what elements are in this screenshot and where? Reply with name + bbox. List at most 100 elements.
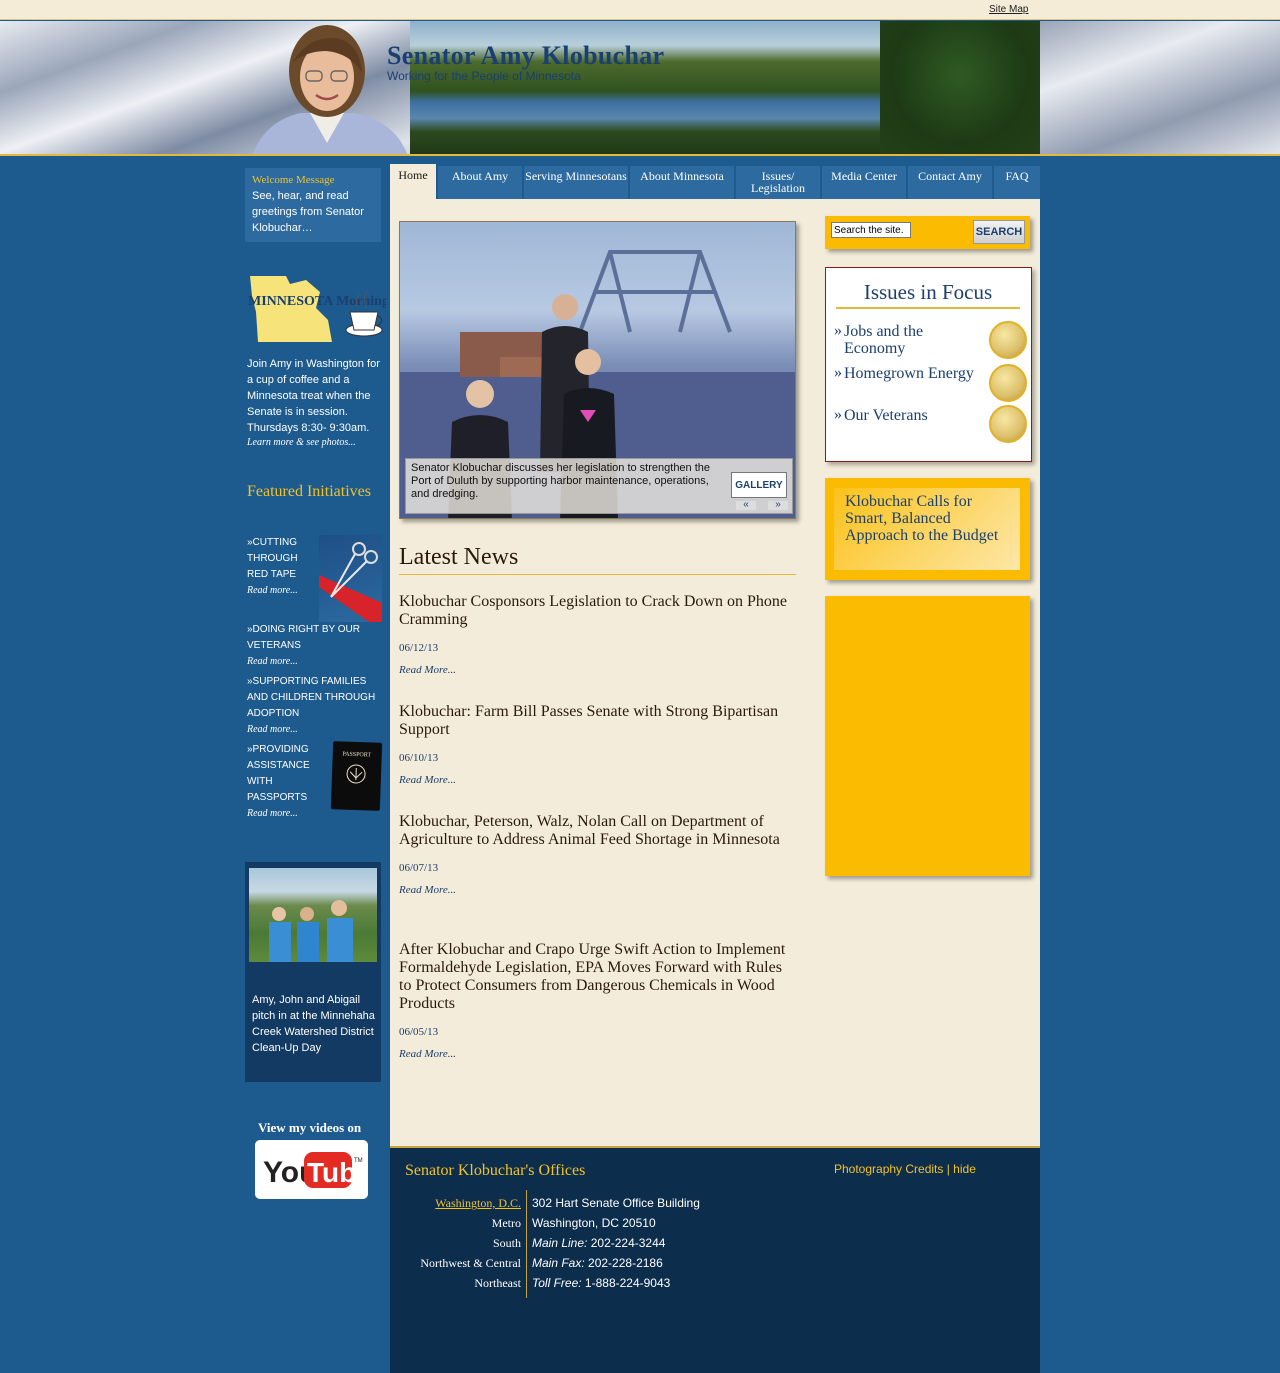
family-photo-box[interactable]: Amy, John and Abigail pitch in at the Mi…	[245, 862, 381, 1082]
office-metro[interactable]: Metro	[400, 1213, 526, 1233]
chevron-right-icon: »	[834, 322, 842, 339]
minnesota-morning-logo[interactable]: MINNESOTA Morning	[246, 272, 386, 348]
main-fax-number: 202-228-2186	[588, 1256, 663, 1270]
read-more-link[interactable]: Read More...	[399, 884, 796, 896]
budget-feature-inner: Klobuchar Calls for Smart, Balanced Appr…	[834, 488, 1020, 570]
latest-news-heading: Latest News	[399, 544, 796, 575]
wind-turbine-icon[interactable]	[989, 364, 1027, 402]
initiative-label[interactable]: »PROVIDING ASSISTANCE WITH PASSPORTS	[247, 742, 325, 806]
previous-slide-button[interactable]: «	[736, 500, 756, 510]
red-tape-image	[319, 535, 382, 622]
youtube-tm-text: TM	[354, 1158, 363, 1164]
search-button[interactable]: SEARCH	[973, 220, 1025, 244]
office-northeast[interactable]: Northeast	[400, 1273, 526, 1293]
main-line-number: 202-224-3244	[590, 1236, 666, 1250]
office-address-line1: 302 Hart Senate Office Building	[532, 1196, 700, 1210]
chevron-right-icon: »	[834, 364, 842, 381]
read-more-link[interactable]: Read More...	[399, 1048, 796, 1060]
welcome-message-box[interactable]: Welcome Message See, hear, and read gree…	[245, 168, 381, 242]
site-map-link[interactable]: Site Map	[989, 4, 1028, 15]
tab-about-amy[interactable]: About Amy	[438, 166, 522, 200]
photo-slideshow[interactable]: Senator Klobuchar discusses her legislat…	[399, 221, 796, 519]
helmet-icon[interactable]	[989, 405, 1027, 443]
read-more-link[interactable]: Read More...	[399, 664, 796, 676]
read-more-link[interactable]: Read more...	[247, 806, 325, 822]
read-more-link[interactable]: Read more...	[247, 722, 382, 738]
welcome-text: See, hear, and read greetings from Senat…	[252, 190, 364, 234]
slideshow-caption: Senator Klobuchar discusses her legislat…	[411, 462, 711, 500]
site-subtitle: Working for the People of Minnesota	[387, 69, 581, 83]
initiative-label[interactable]: »DOING RIGHT BY OUR VETERANS	[247, 622, 377, 654]
initiative-label[interactable]: »SUPPORTING FAMILIES AND CHILDREN THROUG…	[247, 674, 382, 722]
office-south[interactable]: South	[400, 1233, 526, 1253]
read-more-link[interactable]: Read more...	[247, 583, 312, 599]
initiative-label[interactable]: »CUTTING THROUGH RED TAPE	[247, 535, 312, 583]
tab-issues-legislation[interactable]: Issues/ Legislation	[736, 166, 820, 200]
issues-in-focus-box: Issues in Focus » Jobs and the Economy »…	[825, 267, 1032, 462]
initiative-passports[interactable]: »PROVIDING ASSISTANCE WITH PASSPORTS Rea…	[247, 742, 325, 822]
slideshow-caption-box: Senator Klobuchar discusses her legislat…	[405, 458, 793, 514]
budget-feature-link[interactable]: Klobuchar Calls for Smart, Balanced Appr…	[845, 493, 1009, 544]
focus-item-veterans[interactable]: » Our Veterans	[834, 406, 974, 424]
initiative-adoption[interactable]: »SUPPORTING FAMILIES AND CHILDREN THROUG…	[247, 674, 382, 738]
tab-media-center[interactable]: Media Center	[822, 166, 906, 200]
next-slide-button[interactable]: »	[768, 500, 788, 510]
news-date: 06/07/13	[399, 862, 439, 874]
office-northwest-central[interactable]: Northwest & Central	[400, 1253, 526, 1273]
read-more-link[interactable]: Read More...	[399, 774, 796, 786]
passport-image: PASSPORT	[330, 741, 383, 811]
tab-about-minnesota[interactable]: About Minnesota	[630, 166, 734, 200]
news-title-link[interactable]: After Klobuchar and Crapo Urge Swift Act…	[399, 941, 796, 1013]
youtube-label: View my videos on	[258, 1120, 362, 1135]
focus-item-jobs[interactable]: » Jobs and the Economy	[834, 322, 974, 357]
family-photo-caption: Amy, John and Abigail pitch in at the Mi…	[252, 994, 375, 1054]
top-bar: Site Map	[0, 0, 1280, 20]
search-input[interactable]	[831, 222, 911, 238]
feature-panel	[825, 596, 1030, 876]
initiative-veterans[interactable]: »DOING RIGHT BY OUR VETERANS Read more..…	[247, 622, 377, 670]
news-title-link[interactable]: Klobuchar Cosponsors Legislation to Crac…	[399, 593, 796, 629]
office-details: 302 Hart Senate Office Building Washingt…	[532, 1193, 700, 1293]
offices-title: Senator Klobuchar's Offices	[405, 1162, 586, 1179]
tab-home[interactable]: Home	[390, 164, 436, 200]
footer: Senator Klobuchar's Offices Photography …	[390, 1146, 1040, 1373]
site-title: Senator Amy Klobuchar	[387, 41, 665, 70]
tab-serving-minnesotans[interactable]: Serving Minnesotans	[524, 166, 628, 200]
toll-free-number: 1-888-224-9043	[584, 1276, 671, 1290]
featured-initiatives-title: Featured Initiatives	[247, 483, 371, 500]
focus-item-energy[interactable]: » Homegrown Energy	[834, 364, 974, 382]
gallery-button[interactable]: GALLERY	[731, 472, 787, 498]
welcome-title[interactable]: Welcome Message	[252, 174, 374, 186]
pine-trees-image	[880, 21, 1040, 154]
budget-feature-box[interactable]: Klobuchar Calls for Smart, Balanced Appr…	[825, 478, 1030, 580]
main-nav: Home About Amy Serving Minnesotans About…	[390, 164, 1040, 200]
photography-credits-link[interactable]: Photography Credits | hide	[834, 1162, 976, 1176]
main-fax-label: Main Fax:	[532, 1256, 585, 1270]
news-item: Klobuchar: Farm Bill Passes Senate with …	[399, 703, 796, 786]
news-date: 06/10/13	[399, 752, 439, 764]
office-washington-dc[interactable]: Washington, D.C.	[400, 1193, 526, 1213]
focus-item-label[interactable]: Our Veterans	[844, 407, 928, 424]
news-date: 06/12/13	[399, 642, 439, 654]
issues-in-focus-title: Issues in Focus	[836, 280, 1020, 309]
read-more-link[interactable]: Read more...	[247, 654, 377, 670]
focus-item-label[interactable]: Jobs and the Economy	[844, 323, 923, 357]
tab-faq[interactable]: FAQ	[994, 166, 1040, 200]
youtube-link[interactable]: You Tube TM	[255, 1140, 372, 1199]
minnesota-morning-text: Join Amy in Washington for a cup of coff…	[247, 358, 380, 434]
coins-icon[interactable]	[989, 321, 1027, 359]
focus-item-label[interactable]: Homegrown Energy	[844, 365, 974, 382]
tab-contact-amy[interactable]: Contact Amy	[908, 166, 992, 200]
news-title-link[interactable]: Klobuchar, Peterson, Walz, Nolan Call on…	[399, 813, 796, 849]
news-title-link[interactable]: Klobuchar: Farm Bill Passes Senate with …	[399, 703, 796, 739]
header-banner: Senator Amy Klobuchar Working for the Pe…	[0, 21, 1280, 156]
office-main-line: Main Line: 202-224-3244	[532, 1233, 700, 1253]
news-item: Klobuchar, Peterson, Walz, Nolan Call on…	[399, 813, 796, 896]
initiative-red-tape[interactable]: »CUTTING THROUGH RED TAPE Read more...	[247, 535, 312, 599]
minnesota-morning-link[interactable]: Learn more & see photos...	[247, 437, 356, 448]
family-photo	[249, 868, 377, 962]
passport-word: PASSPORT	[342, 751, 371, 758]
news-item: After Klobuchar and Crapo Urge Swift Act…	[399, 941, 796, 1060]
office-list: Washington, D.C. Metro South Northwest &…	[400, 1193, 526, 1293]
office-toll-free: Toll Free: 1-888-224-9043	[532, 1273, 700, 1293]
